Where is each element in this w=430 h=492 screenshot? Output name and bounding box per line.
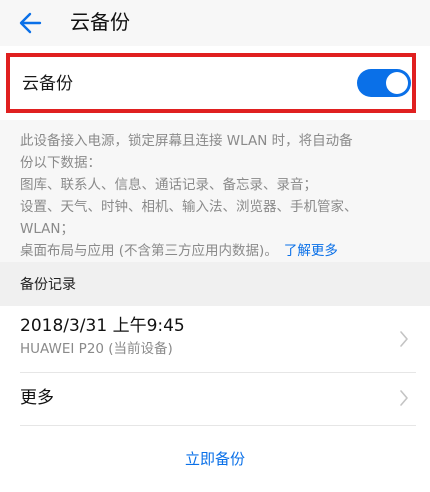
section-title: 备份记录 — [20, 277, 76, 293]
learn-more-link[interactable]: 了解更多 — [284, 243, 338, 259]
more-row[interactable]: 更多 — [0, 372, 430, 424]
description-line: 设置、天气、时钟、相机、输入法、浏览器、手机管家、 — [20, 199, 358, 215]
backup-description: 此设备接入电源，锁定屏幕且连接 WLAN 时，将自动备 份以下数据： 图库、联系… — [0, 120, 430, 262]
description-line: 份以下数据： — [20, 155, 101, 171]
description-line-last: 桌面布局与应用 (不含第三方应用内数据)。 了解更多 — [20, 240, 416, 262]
more-label: 更多 — [20, 388, 54, 408]
backup-now-area: 立即备份 — [0, 440, 430, 480]
latest-backup-row[interactable]: 2018/3/31 上午9:45 HUAWEI P20 (当前设备) — [0, 306, 430, 372]
back-button[interactable] — [16, 8, 46, 38]
description-line: 此设备接入电源，锁定屏幕且连接 WLAN 时，将自动备 — [20, 133, 353, 149]
row-divider — [20, 425, 416, 426]
description-line: 图库、联系人、信息、通话记录、备忘录、录音； — [20, 177, 317, 193]
chevron-right-icon — [398, 329, 410, 349]
backup-datetime: 2018/3/31 上午9:45 — [20, 316, 185, 336]
description-line: WLAN； — [20, 221, 75, 237]
page-title: 云备份 — [70, 10, 130, 34]
chevron-right-icon — [398, 388, 410, 408]
description-line-text: 桌面布局与应用 (不含第三方应用内数据)。 — [20, 243, 278, 259]
arrow-left-icon — [19, 12, 42, 34]
backup-now-button[interactable]: 立即备份 — [185, 449, 245, 469]
cloud-backup-switch[interactable] — [357, 69, 411, 97]
switch-knob — [386, 72, 408, 94]
description-text: 此设备接入电源，锁定屏幕且连接 WLAN 时，将自动备 份以下数据： 图库、联系… — [20, 130, 416, 262]
cloud-backup-toggle-label: 云备份 — [22, 74, 73, 94]
app-header: 云备份 — [0, 0, 430, 46]
backup-device: HUAWEI P20 (当前设备) — [20, 341, 173, 357]
backup-records-header: 备份记录 — [0, 262, 430, 306]
